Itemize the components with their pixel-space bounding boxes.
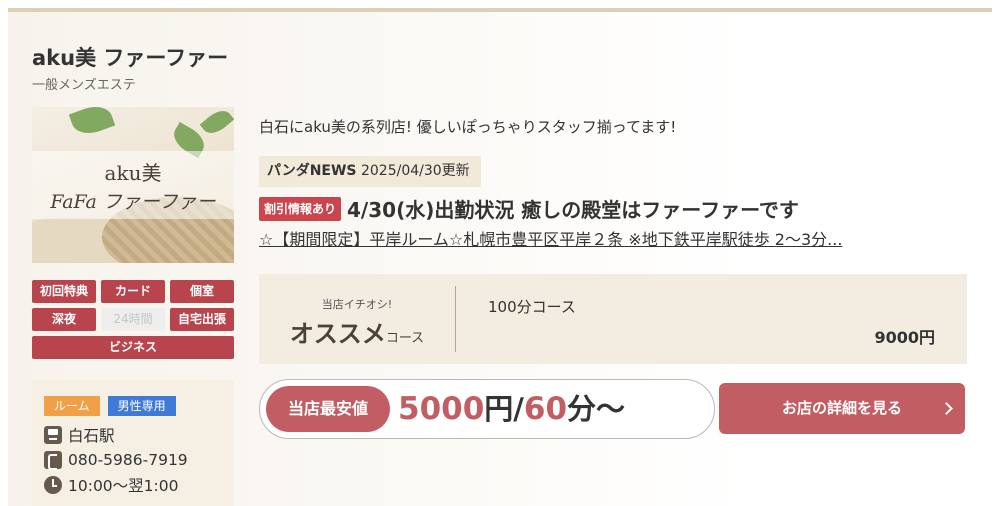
news-header: パンダNEWS 2025/04/30更新: [259, 156, 481, 187]
news-label: パンダNEWS: [267, 163, 357, 179]
badge-private-room: 個室: [170, 280, 234, 303]
badge-home-visit: 自宅出張: [170, 308, 234, 331]
course-rec-label: オススメコース: [289, 320, 425, 348]
course-divider: [455, 286, 456, 352]
phone-row[interactable]: 080-5986-7919: [44, 447, 222, 472]
clock-icon: [44, 475, 62, 494]
shop-info-box: ルーム 男性専用 白石駅 080-5986-7919 10:00～翌1:00: [32, 380, 234, 506]
lowest-price-box: 当店最安値 5000円/60分～: [259, 379, 715, 439]
lowest-price-amount: 5000: [398, 391, 485, 427]
shop-genre: 一般メンズエステ: [32, 78, 136, 93]
badge-first-time: 初回特典: [32, 280, 96, 303]
shop-name[interactable]: aku美 ファーファー: [32, 42, 228, 72]
chevron-right-icon: [940, 402, 953, 415]
leaf-decoration: [68, 107, 116, 140]
badge-business: ビジネス: [32, 336, 234, 359]
shop-tags: ルーム 男性専用: [44, 396, 222, 416]
shop-detail-label: お店の詳細を見る: [781, 399, 902, 417]
course-recommend-label: 当店イチオシ! オススメコース: [259, 274, 455, 364]
lowest-price-value: 5000円/60分～: [398, 386, 625, 432]
recommended-course: 当店イチオシ! オススメコース 100分コース 9000円: [259, 274, 967, 364]
badge-24h: 24時間: [101, 308, 165, 331]
discount-badge: 割引情報あり: [259, 196, 342, 221]
course-price: 9000円: [874, 328, 935, 347]
lowest-price-minutes: 60: [523, 391, 568, 427]
leaf-decoration: [199, 107, 234, 139]
shop-card: aku美 ファーファー 一般メンズエステ aku美 FaFa ファーファー 初回…: [8, 8, 992, 506]
course-pick-label: 当店イチオシ!: [321, 298, 393, 311]
hours-row: 10:00～翌1:00: [44, 472, 222, 497]
feature-badges: 初回特典 カード 個室 深夜 24時間 自宅出張 ビジネス: [32, 280, 234, 359]
news-subtitle-link[interactable]: ☆【期間限定】平岸ルーム☆札幌市豊平区平岸２条 ※地下鉄平岸駅徒歩 2～3分..…: [259, 226, 842, 250]
lowest-price-unit: 円/: [484, 392, 524, 426]
lowest-price-label: 当店最安値: [266, 386, 390, 432]
course-name: 100分コース: [488, 298, 576, 316]
shop-photo[interactable]: aku美 FaFa ファーファー: [32, 107, 234, 263]
shop-detail-button[interactable]: お店の詳細を見る: [719, 383, 965, 434]
tag-male-only: 男性専用: [107, 396, 176, 416]
lowest-price-minutes-unit: 分～: [567, 392, 626, 426]
train-icon: [44, 425, 62, 444]
news-date: 2025/04/30更新: [360, 163, 470, 179]
phone-text[interactable]: 080-5986-7919: [68, 451, 188, 469]
hours-text: 10:00～翌1:00: [68, 476, 179, 495]
badge-card: カード: [101, 280, 165, 303]
tag-room: ルーム: [44, 396, 100, 416]
photo-logo-bottom: FaFa ファーファー: [50, 191, 216, 213]
phone-icon: [44, 450, 62, 470]
news-title-row: 割引情報あり 4/30(水)出勤状況 癒しの殿堂はファーファーです: [259, 194, 799, 223]
news-title[interactable]: 4/30(水)出勤状況 癒しの殿堂はファーファーです: [347, 194, 799, 223]
station-row: 白石駅: [44, 422, 222, 447]
station-text: 白石駅: [68, 426, 115, 445]
catch-copy: 白石にaku美の系列店! 優しいぽっちゃりスタッフ揃ってます!: [259, 118, 677, 136]
photo-logo-top: aku美: [104, 161, 162, 185]
badge-late-night: 深夜: [32, 308, 96, 331]
